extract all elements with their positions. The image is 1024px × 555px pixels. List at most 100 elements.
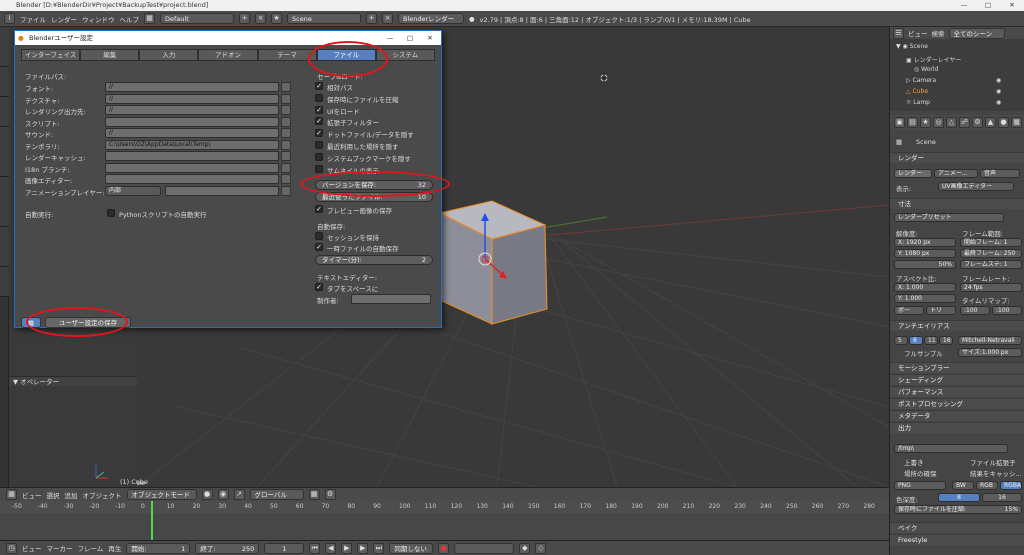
keep-session-checkbox[interactable] bbox=[315, 232, 323, 240]
save-load-checkbox[interactable]: ✓ bbox=[315, 129, 323, 138]
pivot-icon[interactable]: ◉ bbox=[217, 489, 229, 500]
insert-key-icon[interactable]: ◆ bbox=[519, 542, 531, 554]
tl-menu-marker[interactable]: マーカー bbox=[47, 543, 73, 553]
tab-misc[interactable] bbox=[0, 267, 9, 297]
folder-icon[interactable] bbox=[281, 93, 291, 104]
save-load-checkbox[interactable]: ✓ bbox=[315, 82, 323, 90]
tab-editing[interactable]: 編集 bbox=[80, 49, 140, 61]
crop-toggle[interactable]: トリ bbox=[926, 306, 956, 315]
save-load-checkbox[interactable] bbox=[315, 164, 323, 173]
material-tab-icon[interactable]: ● bbox=[998, 117, 1009, 128]
current-frame-input[interactable]: 1 bbox=[264, 542, 305, 554]
remap-old-field[interactable]: :100 bbox=[960, 306, 990, 315]
resolution-y-field[interactable]: Y: 1080 px bbox=[894, 249, 956, 258]
outliner-row-renderlayer[interactable]: ▣ レンダーレイヤー bbox=[906, 55, 961, 64]
tab-physics[interactable] bbox=[0, 177, 9, 227]
aa-sample-5[interactable]: 5 bbox=[894, 336, 908, 345]
jump-end-icon[interactable]: ⏭ bbox=[373, 542, 385, 554]
aa-sample-8[interactable]: 8 bbox=[909, 336, 923, 345]
end-frame-field[interactable]: 最終フレーム: 250 bbox=[960, 249, 1022, 258]
path-field[interactable] bbox=[105, 116, 279, 127]
aa-filter-select[interactable]: Mitchell-Netravali bbox=[958, 336, 1022, 345]
render-preset-select[interactable]: レンダープリセット bbox=[894, 213, 1004, 222]
vp-menu-add[interactable]: 追加 bbox=[65, 490, 78, 500]
aspect-x-field[interactable]: X: 1.000 bbox=[894, 283, 956, 292]
performance-panel-header[interactable]: パフォーマンス bbox=[890, 386, 1024, 397]
aa-sample-16[interactable]: 16 bbox=[939, 336, 953, 345]
dimensions-panel-header[interactable]: 寸法 bbox=[890, 198, 1024, 209]
path-field[interactable]: // bbox=[105, 93, 279, 104]
folder-icon[interactable] bbox=[281, 162, 291, 173]
object-tab-icon[interactable]: △ bbox=[946, 117, 957, 128]
aa-size-field[interactable]: サイズ:1.000 px bbox=[958, 348, 1022, 357]
path-field[interactable]: // bbox=[105, 128, 279, 138]
freestyle-panel-header[interactable]: Freestyle bbox=[890, 534, 1024, 545]
timeline-editor-icon[interactable]: ◷ bbox=[6, 542, 17, 554]
visibility-eye-icon[interactable]: ◉ bbox=[996, 99, 1001, 106]
metadata-panel-header[interactable]: メタデータ bbox=[890, 410, 1024, 421]
outliner-menu-search[interactable]: 検索 bbox=[932, 28, 945, 38]
prefs-minimize-icon[interactable]: — bbox=[381, 31, 399, 45]
format-select[interactable]: PNG bbox=[894, 481, 946, 490]
render-engine-select[interactable]: Blenderレンダー bbox=[398, 13, 464, 24]
snap-icon[interactable]: ⚙ bbox=[324, 489, 336, 500]
path-field[interactable]: // bbox=[105, 105, 279, 115]
outliner-row-camera[interactable]: ▷ Camera bbox=[906, 77, 936, 84]
render-panel-header[interactable]: レンダー bbox=[890, 152, 1024, 163]
motion-blur-panel-header[interactable]: モーションブラー bbox=[890, 362, 1024, 373]
timeline[interactable]: -50 -40 -30 -20 -10 0 10 20 30 40 50 60 70 80 90 100 110… bbox=[0, 501, 889, 540]
shading-icon[interactable]: ● bbox=[201, 489, 213, 500]
save-load-checkbox[interactable]: ✓ bbox=[315, 105, 323, 114]
render-still-button[interactable]: レンダー bbox=[894, 169, 932, 178]
color-rgb-button[interactable]: RGB bbox=[976, 481, 998, 490]
author-field[interactable] bbox=[351, 294, 431, 304]
render-animation-button[interactable]: アニメー... bbox=[934, 169, 978, 178]
folder-icon[interactable] bbox=[281, 82, 291, 92]
prev-key-icon[interactable]: ◀ bbox=[325, 542, 337, 554]
visibility-eye-icon[interactable]: ◉ bbox=[996, 77, 1001, 84]
layout-icon[interactable]: ▦ bbox=[144, 13, 155, 24]
tl-menu-playback[interactable]: 再生 bbox=[108, 543, 121, 553]
menu-render[interactable]: レンダー bbox=[51, 14, 77, 24]
folder-icon[interactable] bbox=[281, 116, 291, 127]
end-frame-input[interactable]: 終了: 250 bbox=[195, 542, 260, 554]
layers-tab-icon[interactable]: ▤ bbox=[907, 117, 918, 128]
folder-icon[interactable] bbox=[281, 174, 291, 184]
auto-temp-checkbox[interactable]: ✓ bbox=[315, 243, 323, 251]
minimize-icon[interactable]: — bbox=[952, 0, 976, 11]
constraints-tab-icon[interactable]: ☍ bbox=[959, 117, 970, 128]
folder-icon[interactable] bbox=[281, 128, 291, 138]
bake-panel-header[interactable]: ベイク bbox=[890, 522, 1024, 533]
outliner-menu-view[interactable]: ビュー bbox=[908, 28, 928, 38]
outliner-row-world[interactable]: ◎ World bbox=[914, 66, 938, 73]
tabs-as-spaces-checkbox[interactable]: ✓ bbox=[315, 283, 323, 291]
outliner-row-scene[interactable]: ▼ ◉ Scene bbox=[896, 43, 928, 50]
scene-select[interactable]: Scene bbox=[287, 13, 361, 24]
start-frame-input[interactable]: 開始: 1 bbox=[126, 542, 191, 554]
resolution-percent-field[interactable]: 50% bbox=[894, 260, 956, 269]
maximize-icon[interactable]: □ bbox=[976, 0, 1000, 11]
tab-addons[interactable]: アドオン bbox=[198, 49, 258, 61]
save-load-checkbox[interactable] bbox=[315, 152, 323, 161]
compression-field[interactable]: 保存時にファイルを圧縮: 15% bbox=[894, 505, 1022, 514]
display-select[interactable]: UV画像エディター bbox=[938, 182, 1014, 191]
scene-remove-icon[interactable]: × bbox=[382, 13, 393, 24]
aspect-y-field[interactable]: Y: 1.000 bbox=[894, 294, 956, 303]
autosave-timer-field[interactable]: タイマー(分): 2 bbox=[315, 255, 433, 265]
tab-input[interactable]: 入力 bbox=[139, 49, 199, 61]
color-bw-button[interactable]: BW bbox=[952, 481, 974, 490]
layout-remove-icon[interactable]: × bbox=[255, 13, 266, 24]
tab-relations[interactable] bbox=[0, 97, 9, 127]
folder-icon[interactable] bbox=[281, 105, 291, 115]
scene-add-icon[interactable]: + bbox=[366, 13, 377, 24]
vp-menu-object[interactable]: オブジェクト bbox=[83, 490, 122, 500]
path-field[interactable] bbox=[105, 151, 279, 161]
remap-new-field[interactable]: :100 bbox=[992, 306, 1022, 315]
next-key-icon[interactable]: ▶ bbox=[357, 542, 369, 554]
vp-menu-view[interactable]: ビュー bbox=[22, 490, 42, 500]
modifiers-tab-icon[interactable]: ⚙ bbox=[972, 117, 983, 128]
antialiasing-panel-header[interactable]: アンチエイリアス bbox=[890, 320, 1024, 331]
save-load-checkbox[interactable]: ✓ bbox=[315, 117, 323, 126]
outliner-editor-icon[interactable]: ☰ bbox=[893, 27, 904, 39]
layers-icon[interactable]: ▦ bbox=[308, 489, 320, 500]
